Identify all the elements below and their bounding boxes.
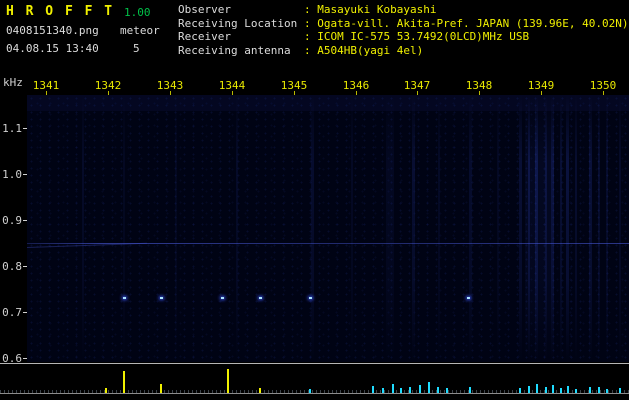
signal-bar	[589, 387, 591, 393]
signal-bar	[536, 384, 538, 393]
noise-column	[551, 95, 554, 362]
noise-column	[412, 95, 415, 362]
y-axis-tick	[23, 312, 27, 313]
signal-bar	[528, 386, 530, 393]
signal-bar	[428, 382, 430, 393]
signal-bar	[575, 389, 577, 393]
y-axis-tick-label: 0.7	[2, 306, 22, 319]
strip-separator	[0, 363, 629, 364]
y-axis-tick	[23, 128, 27, 129]
signal-bar	[619, 388, 621, 393]
noise-column	[82, 95, 84, 362]
meteor-echo-dot	[160, 297, 163, 299]
signal-bar	[400, 388, 402, 393]
noise-column	[386, 95, 394, 362]
signal-bar	[545, 387, 547, 393]
signal-bar	[519, 388, 521, 393]
noise-column	[528, 95, 530, 362]
y-axis-tick	[23, 174, 27, 175]
y-axis-tick-label: 1.0	[2, 168, 22, 181]
signal-bar	[419, 385, 421, 393]
signal-bar	[160, 384, 162, 393]
signal-bar	[309, 389, 311, 393]
y-axis-tick-label: 0.9	[2, 214, 22, 227]
signal-bar	[259, 388, 261, 393]
signal-bar	[437, 387, 439, 393]
y-axis-tick	[23, 266, 27, 267]
noise-column	[469, 95, 472, 362]
noise-column	[619, 95, 621, 362]
noise-column	[606, 95, 608, 362]
signal-bar	[372, 386, 374, 393]
noise-column	[311, 95, 314, 362]
noise-column	[123, 95, 125, 362]
signal-bar	[123, 371, 125, 393]
signal-bar	[392, 384, 394, 393]
signal-bar	[409, 387, 411, 393]
noise-column	[351, 95, 353, 362]
meteor-echo-dot	[259, 297, 262, 299]
y-axis-tick-label: 0.8	[2, 260, 22, 273]
y-axis-tick	[23, 358, 27, 359]
spectrogram-chart: kHz 1341 1342 1343 1344 1345 1346 1347 1348 1349 1…	[0, 0, 629, 400]
noise-column	[175, 95, 177, 362]
meteor-echo-dot	[221, 297, 224, 299]
signal-bar	[560, 388, 562, 393]
signal-bar	[469, 387, 471, 393]
strip-baseline	[0, 393, 629, 394]
noise-column	[598, 95, 600, 362]
noise-column	[535, 95, 538, 362]
signal-bar	[598, 387, 600, 393]
noise-column	[575, 95, 577, 362]
noise-column	[438, 95, 440, 362]
noise-column	[236, 95, 238, 362]
noise-column	[560, 95, 562, 362]
signal-bar	[606, 389, 608, 393]
y-axis-tick	[23, 220, 27, 221]
hrofft-window: H R O F F T 1.00 0408151340.png meteor 0…	[0, 0, 629, 400]
signal-bar	[382, 388, 384, 393]
signal-bar	[552, 385, 554, 393]
signal-bar	[227, 369, 229, 393]
noise-column	[545, 95, 547, 362]
noise-column	[589, 95, 592, 362]
signal-bar	[105, 388, 107, 393]
signal-bar	[446, 388, 448, 393]
khz-axis-label: kHz	[3, 76, 23, 89]
y-axis-tick-label: 1.1	[2, 122, 22, 135]
noise-column	[519, 95, 522, 362]
signal-bar	[567, 386, 569, 393]
noise-column	[566, 95, 569, 362]
noise-column	[497, 95, 499, 362]
